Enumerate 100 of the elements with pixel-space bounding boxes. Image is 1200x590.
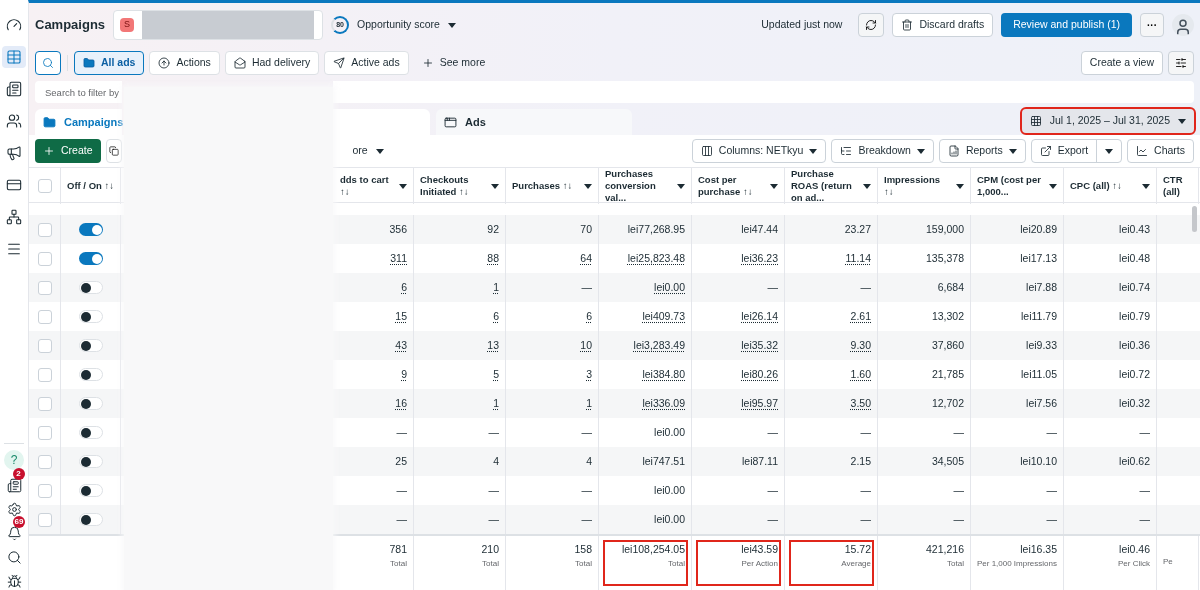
checkbox[interactable] (37, 367, 52, 382)
avatar[interactable] (1172, 14, 1194, 36)
create-button[interactable]: Create (35, 139, 101, 163)
toggle-switch[interactable] (78, 368, 103, 381)
dropdown-caret-icon (584, 183, 592, 189)
dropdown-caret-icon (491, 183, 499, 189)
column-header[interactable]: dds to cart ↑↓ (340, 174, 395, 198)
column-header[interactable]: Checkouts Initiated ↑↓ (420, 174, 487, 198)
news-icon[interactable] (6, 477, 22, 493)
columns-button[interactable]: Columns: NETkyu (691, 139, 827, 163)
review-publish-button[interactable]: Review and publish (1) (1001, 13, 1132, 37)
caret-icon (809, 148, 818, 154)
toggle-switch[interactable] (78, 223, 103, 236)
column-header[interactable]: Purchase ROAS (return on ad... (791, 168, 859, 204)
checkbox[interactable] (37, 309, 52, 324)
reports-button[interactable]: Reports (938, 139, 1026, 163)
total-label: Total (668, 557, 685, 570)
table-icon[interactable] (2, 46, 26, 68)
opportunity-score-button[interactable]: Opportunity score (357, 17, 456, 33)
date-range-button[interactable]: Jul 1, 2025 – Jul 31, 2025 (1021, 109, 1194, 133)
total-value: lei0.46 (1119, 542, 1150, 557)
create-view-button[interactable]: Create a view (1080, 51, 1163, 75)
column-header[interactable]: CPC (all) ↑↓ (1070, 180, 1138, 192)
duplicate-button[interactable] (105, 139, 122, 163)
total-label: Per Click (1118, 557, 1150, 570)
column-header[interactable]: CPM (cost per 1,000... (977, 174, 1045, 198)
checkbox[interactable] (37, 396, 52, 411)
more-button[interactable]: ··· (1140, 13, 1164, 37)
search-field[interactable]: Search to filter by (35, 81, 122, 103)
column-header[interactable]: Impressions ↑↓ (884, 174, 952, 198)
total-value: 15.72 (844, 542, 871, 557)
search-icon[interactable] (6, 549, 22, 565)
total-label: Per Action (741, 557, 778, 570)
refresh-button[interactable] (858, 13, 885, 37)
toggle-switch[interactable] (78, 513, 103, 526)
checkbox[interactable] (37, 179, 52, 193)
checkbox[interactable] (37, 425, 52, 440)
total-value: 158 (574, 542, 592, 557)
caret-icon (1008, 148, 1017, 154)
table-cell: — (414, 505, 506, 534)
level-tab[interactable]: Ads (436, 109, 632, 135)
column-header[interactable]: Purchases ↑↓ (512, 180, 580, 192)
caret-icon (375, 148, 384, 154)
filter-chip[interactable]: Actions (149, 51, 220, 75)
checkbox[interactable] (37, 338, 52, 353)
toggle-switch[interactable] (78, 310, 103, 323)
total-label: Pe (1163, 556, 1173, 568)
checkbox[interactable] (37, 251, 52, 266)
toggle-switch[interactable] (78, 455, 103, 468)
charts-button[interactable]: Charts (1127, 139, 1194, 163)
toggle-switch[interactable] (78, 339, 103, 352)
search-button[interactable] (35, 51, 61, 75)
toggle-switch[interactable] (78, 252, 103, 265)
update-status: Updated just now (761, 17, 843, 33)
settings-icon[interactable] (6, 501, 22, 517)
bell-icon[interactable] (6, 525, 22, 541)
column-header[interactable]: Off / On ↑↓ (67, 180, 114, 192)
total-label: Per 1,000 Impressions (976, 557, 1057, 570)
help-button[interactable]: ? (4, 450, 24, 470)
see-more-button[interactable]: See more (413, 51, 494, 75)
filter-chip[interactable]: All ads (74, 51, 145, 75)
plus-icon (43, 145, 55, 157)
column-header[interactable]: Purchases conversion val... (605, 168, 673, 204)
bug-icon[interactable] (6, 573, 22, 589)
caret-icon (916, 148, 925, 154)
table-cell: — (506, 505, 599, 534)
filter-chip[interactable]: Had delivery (224, 51, 320, 75)
dropdown-caret-icon (770, 183, 778, 189)
breakdown-icon (840, 145, 853, 157)
level-tab[interactable]: Campaigns (35, 109, 122, 135)
toggle-switch[interactable] (78, 397, 103, 410)
checkbox[interactable] (37, 280, 52, 295)
sliders-icon (1175, 57, 1187, 69)
checkbox[interactable] (37, 483, 52, 498)
total-value: 781 (389, 542, 407, 557)
table-cell: — (878, 505, 971, 534)
table-cell: — (971, 505, 1064, 534)
more-dropdown[interactable]: ore (352, 139, 384, 163)
account-selector[interactable]: S (113, 10, 324, 40)
breakdown-button[interactable]: Breakdown (831, 139, 934, 163)
discard-drafts-button[interactable]: Discard drafts (892, 13, 994, 37)
toggle-switch[interactable] (78, 426, 103, 439)
caret-icon (1105, 148, 1114, 154)
checkbox[interactable] (37, 222, 52, 237)
checkbox[interactable] (37, 512, 52, 527)
folder-icon (43, 115, 56, 129)
checkbox[interactable] (37, 454, 52, 469)
column-header[interactable]: Cost per purchase ↑↓ (698, 174, 766, 198)
toggle-switch[interactable] (78, 484, 103, 497)
refresh-icon (865, 19, 878, 31)
external-link-icon (1039, 145, 1052, 157)
column-header[interactable]: CTR (all) (1163, 174, 1192, 198)
scrollbar (1192, 206, 1197, 232)
line-chart-icon (1136, 145, 1149, 157)
table-cell: — (692, 505, 785, 534)
settings-button[interactable] (1168, 51, 1194, 75)
filter-chip[interactable]: Active ads (324, 51, 409, 75)
notification-badge: 2 (12, 468, 25, 480)
upload-icon (158, 57, 171, 69)
toggle-switch[interactable] (78, 281, 103, 294)
